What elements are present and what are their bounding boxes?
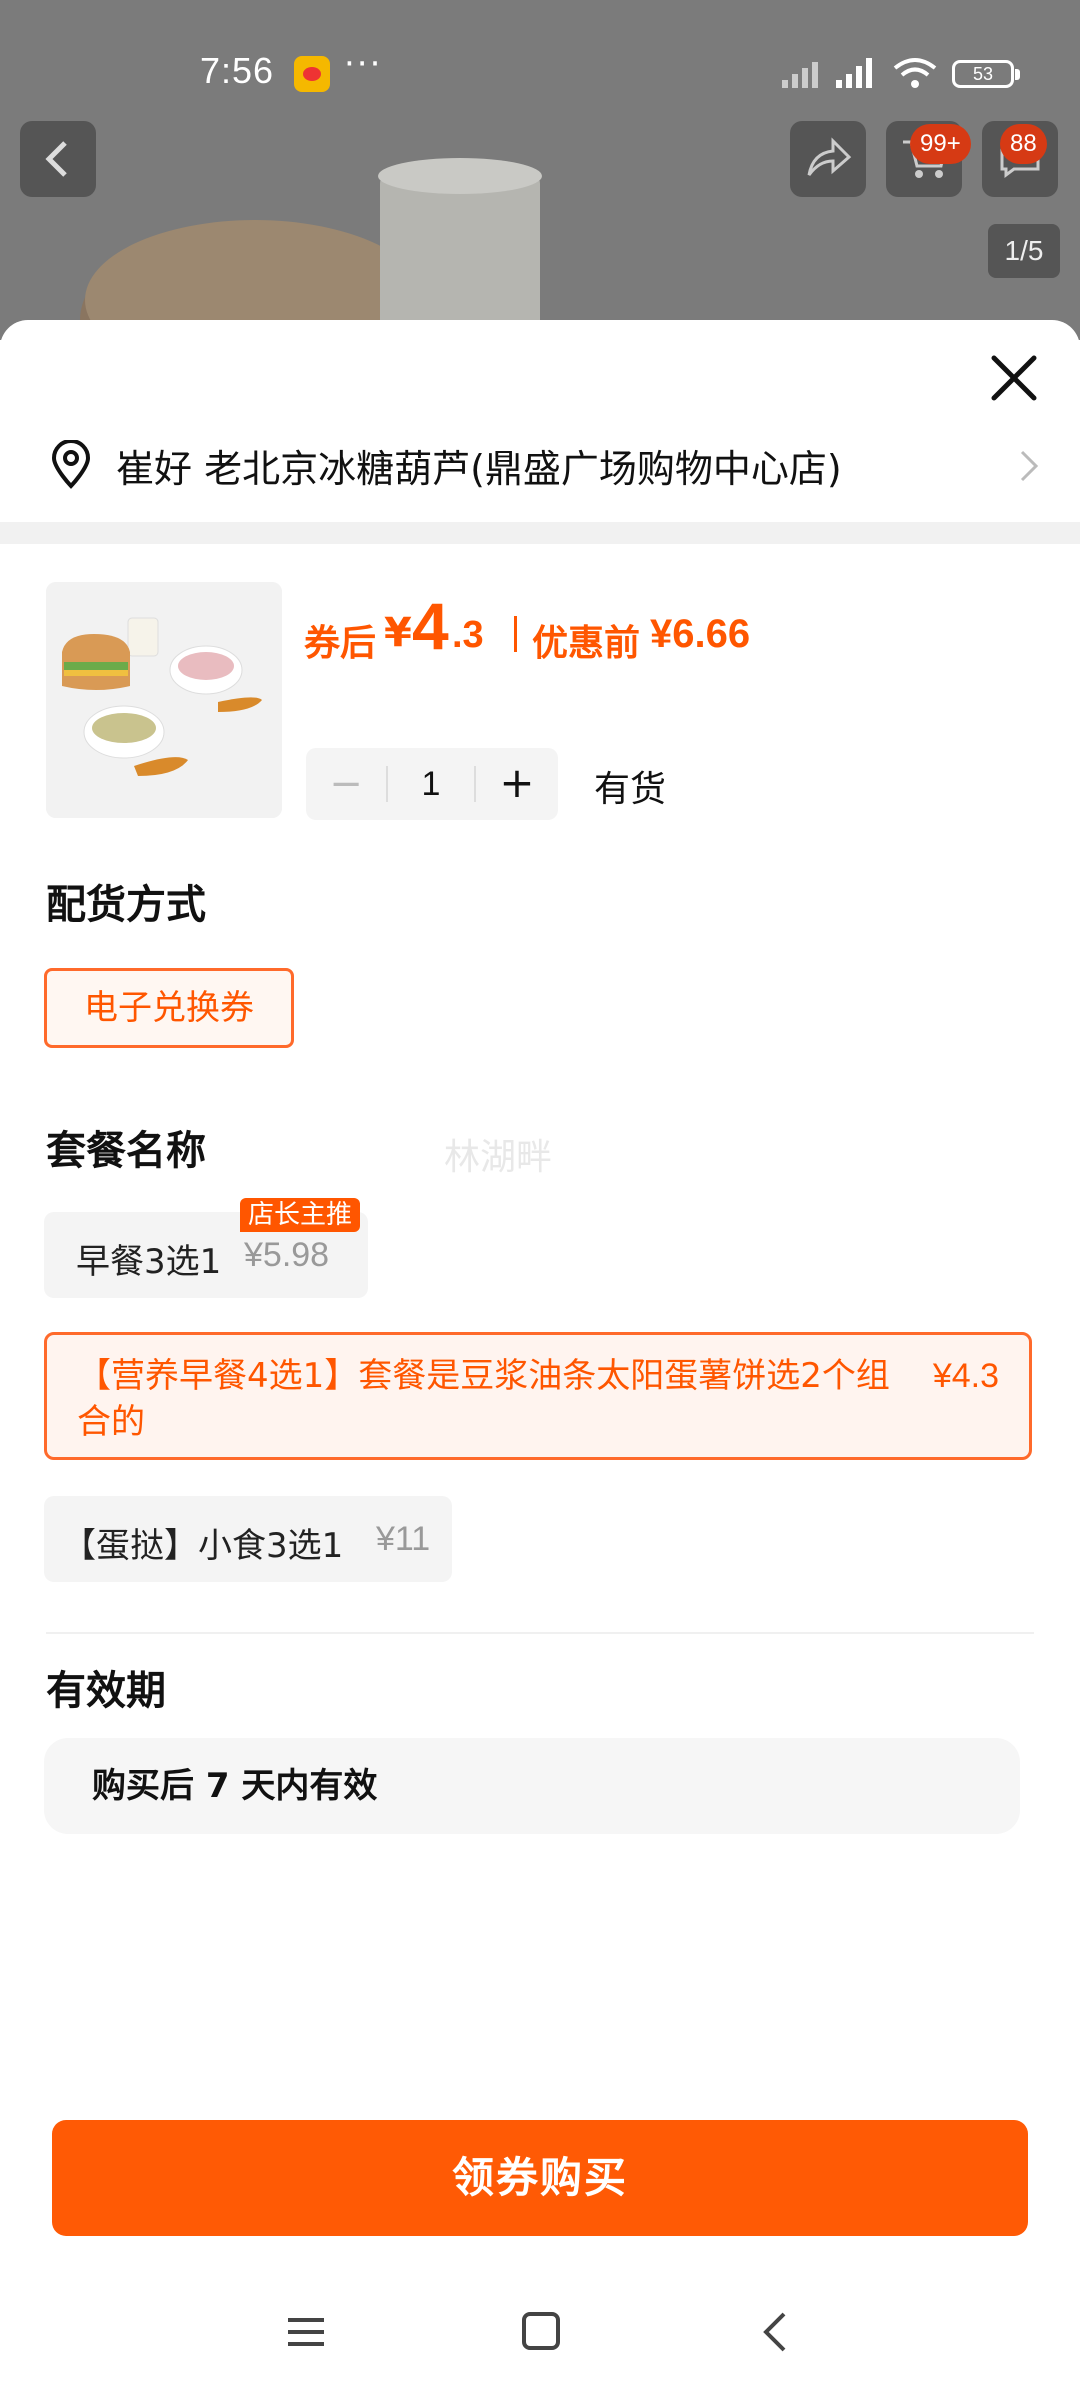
quantity-decrease-button[interactable]: − — [306, 748, 386, 820]
back-button[interactable] — [20, 121, 96, 197]
package-option-name: 早餐3选1 — [76, 1242, 222, 1282]
quantity-increase-button[interactable]: + — [476, 748, 558, 820]
battery-icon: 53 — [952, 60, 1020, 88]
close-icon[interactable] — [986, 350, 1042, 406]
store-name: 崔好 老北京冰糖葫芦(鼎盛广场购物中心店) — [116, 447, 842, 491]
location-pin-icon — [51, 440, 91, 489]
section-divider — [0, 522, 1080, 544]
home-icon[interactable] — [522, 2312, 560, 2350]
wifi-icon — [893, 58, 937, 88]
store-row[interactable]: 崔好 老北京冰糖葫芦(鼎盛广场购物中心店) — [0, 420, 1080, 510]
claim-coupon-buy-button[interactable]: 领券购买 — [52, 2120, 1028, 2236]
package-option-price: ¥11 — [376, 1520, 431, 1558]
chevron-right-icon — [1020, 450, 1039, 482]
share-icon — [807, 137, 852, 176]
delivery-option-voucher[interactable]: 电子兑换券 — [44, 968, 294, 1048]
signal-icon — [782, 58, 872, 88]
package-option-price: ¥4.3 — [932, 1357, 999, 1395]
recommend-tag: 店长主推 — [240, 1198, 361, 1232]
package-option-selected[interactable]: 【营养早餐4选1】套餐是豆浆油条太阳蛋薯饼选2个组合的 ¥4.3 — [44, 1332, 1032, 1460]
product-background: 7:56 ··· 53 99+ 88 1/5 — [0, 0, 1080, 340]
price-separator — [514, 616, 517, 652]
share-button[interactable] — [790, 121, 866, 197]
clock: 7:56 — [200, 50, 275, 91]
delivery-method-title: 配货方式 — [46, 882, 206, 928]
coupon-price-decimal: .3 — [452, 614, 484, 656]
validity-text: 购买后 7 天内有效 — [44, 1738, 1020, 1834]
image-page-indicator: 1/5 — [988, 224, 1060, 278]
watermark: 林湖畔 — [444, 1137, 553, 1178]
validity-title: 有效期 — [46, 1668, 166, 1714]
package-option-name: 【蛋挞】小食3选1 — [62, 1526, 344, 1566]
package-option[interactable]: 【蛋挞】小食3选1 ¥11 — [44, 1496, 452, 1582]
original-price-value: ¥6.66 — [650, 612, 751, 656]
quantity-stepper: − 1 + — [306, 748, 558, 820]
product-thumbnail — [46, 582, 282, 818]
more-notifications-icon: ··· — [344, 44, 383, 84]
weibo-notification-icon — [294, 56, 330, 92]
package-title: 套餐名称 — [46, 1128, 206, 1174]
back-nav-icon[interactable] — [760, 2310, 790, 2354]
currency-symbol: ¥ — [384, 610, 412, 656]
message-count-badge: 88 — [1000, 124, 1047, 164]
original-price-label: 优惠前 — [532, 623, 641, 664]
coupon-price-integer: 4 — [412, 589, 449, 663]
stock-status: 有货 — [594, 769, 667, 810]
coupon-price-label: 券后 — [304, 623, 377, 664]
package-option-name: 【营养早餐4选1】套餐是豆浆油条太阳蛋薯饼选2个组合的 — [77, 1356, 890, 1442]
recent-apps-icon[interactable] — [286, 2314, 326, 2350]
cart-count-badge: 99+ — [910, 124, 971, 164]
divider — [46, 1632, 1034, 1634]
purchase-sheet: 崔好 老北京冰糖葫芦(鼎盛广场购物中心店) 券后 ¥ 4 .3 优惠前 ¥6.6… — [0, 320, 1080, 2400]
status-bar: 7:56 ··· 53 — [0, 0, 1080, 140]
package-option-price: ¥5.98 — [244, 1236, 330, 1274]
chevron-left-icon — [45, 141, 67, 177]
quantity-value[interactable]: 1 — [388, 748, 474, 820]
system-navigation-bar — [0, 2270, 1080, 2400]
